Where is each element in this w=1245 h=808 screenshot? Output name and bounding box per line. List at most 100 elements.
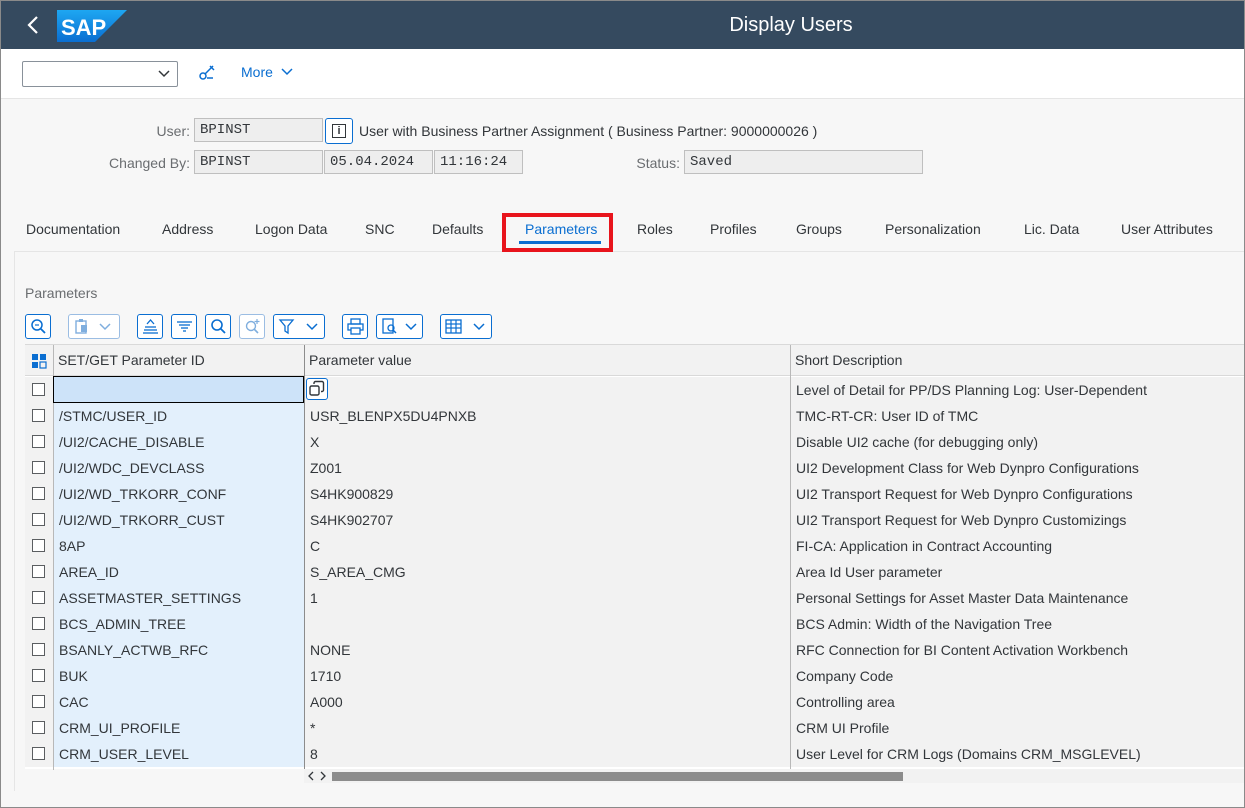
row-checkbox[interactable] [32, 435, 45, 448]
user-info-button[interactable]: i [325, 118, 353, 144]
changed-by-field[interactable]: BPINST [194, 150, 323, 174]
short-description-cell[interactable]: UI2 Transport Request for Web Dynpro Con… [791, 481, 1244, 507]
table-row[interactable]: CRM_UI_PROFILE * CRM UI Profile [25, 715, 1244, 741]
table-row[interactable]: CAC A000 Controlling area [25, 689, 1244, 715]
short-description-cell[interactable]: Level of Detail for PP/DS Planning Log: … [791, 377, 1244, 403]
select-all-icon[interactable] [31, 353, 47, 369]
parameter-id-cell[interactable]: CRM_USER_LEVEL [54, 741, 304, 767]
find-next-button[interactable] [239, 314, 265, 339]
row-checkbox[interactable] [32, 591, 45, 604]
short-description-cell[interactable]: Controlling area [791, 689, 1244, 715]
back-button[interactable] [19, 10, 47, 40]
row-checkbox[interactable] [32, 487, 45, 500]
column-header-short-description[interactable]: Short Description [790, 345, 1244, 376]
tab-snc[interactable]: SNC [365, 221, 395, 237]
status-field[interactable]: Saved [684, 150, 923, 174]
parameter-value-cell[interactable]: * [305, 715, 790, 741]
parameter-id-cell[interactable]: BSANLY_ACTWB_RFC [54, 637, 304, 663]
tab-logon-data[interactable]: Logon Data [255, 221, 327, 237]
short-description-cell[interactable]: BCS Admin: Width of the Navigation Tree [791, 611, 1244, 637]
parameter-value-cell[interactable]: S4HK900829 [305, 481, 790, 507]
filter-menu-button[interactable] [273, 314, 325, 339]
tab-personalization[interactable]: Personalization [885, 221, 981, 237]
table-row[interactable]: AREA_ID S_AREA_CMG Area Id User parameter [25, 559, 1244, 585]
column-header-parameter-value[interactable]: Parameter value [304, 345, 790, 376]
tab-documentation[interactable]: Documentation [26, 221, 120, 237]
parameter-id-cell[interactable]: BUK [54, 663, 304, 689]
column-header-parameter-id[interactable]: SET/GET Parameter ID [53, 345, 304, 376]
changed-date-field[interactable]: 05.04.2024 [324, 150, 433, 174]
short-description-cell[interactable]: FI-CA: Application in Contract Accountin… [791, 533, 1244, 559]
parameter-id-cell[interactable]: /UI2/WD_TRKORR_CONF [54, 481, 304, 507]
changed-time-field[interactable]: 11:16:24 [434, 150, 523, 174]
table-row[interactable]: /UI2/WDC_DEVCLASS Z001 UI2 Development Cla… [25, 455, 1244, 481]
parameter-value-cell[interactable]: 1 [305, 585, 790, 611]
table-row[interactable]: 8AP C FI-CA: Application in Contract Accou… [25, 533, 1244, 559]
table-row[interactable]: CRM_USER_LEVEL 8 User Level for CRM Logs (… [25, 741, 1244, 767]
parameter-id-cell[interactable]: /UI2/WD_TRKORR_CUST [54, 507, 304, 533]
table-row[interactable]: BCS_ADMIN_TREE BCS Admin: Width of the Na… [25, 611, 1244, 637]
table-row[interactable]: ASSETMASTER_SETTINGS 1 Personal Settings f… [25, 585, 1244, 611]
short-description-cell[interactable]: CRM UI Profile [791, 715, 1244, 741]
tab-address[interactable]: Address [162, 221, 213, 237]
row-checkbox[interactable] [32, 643, 45, 656]
short-description-cell[interactable]: User Level for CRM Logs (Domains CRM_MSG… [791, 741, 1244, 767]
parameter-id-cell[interactable]: ASSETMASTER_SETTINGS [54, 585, 304, 611]
short-description-cell[interactable]: Personal Settings for Asset Master Data … [791, 585, 1244, 611]
parameter-id-cell[interactable]: AREA_ID [54, 559, 304, 585]
parameter-id-cell[interactable]: 8AP [54, 533, 304, 559]
paste-menu-button[interactable] [68, 314, 120, 339]
user-field[interactable]: BPINST [194, 118, 323, 142]
row-checkbox[interactable] [32, 409, 45, 422]
table-row[interactable]: BSANLY_ACTWB_RFC NONE RFC Connection for B… [25, 637, 1244, 663]
print-button[interactable] [342, 314, 368, 339]
short-description-cell[interactable]: TMC-RT-CR: User ID of TMC [791, 403, 1244, 429]
table-row[interactable]: /UI2/WD_TRKORR_CUST S4HK902707 UI2 Transpo… [25, 507, 1244, 533]
tab-profiles[interactable]: Profiles [710, 221, 757, 237]
parameter-value-cell[interactable]: A000 [305, 689, 790, 715]
row-checkbox[interactable] [32, 513, 45, 526]
copy-value-button[interactable] [306, 378, 328, 400]
table-row[interactable]: /UI2/WD_TRKORR_CONF S4HK900829 UI2 Transpo… [25, 481, 1244, 507]
short-description-cell[interactable]: UI2 Development Class for Web Dynpro Con… [791, 455, 1244, 481]
short-description-cell[interactable]: UI2 Transport Request for Web Dynpro Cus… [791, 507, 1244, 533]
parameter-value-cell[interactable]: S_AREA_CMG [305, 559, 790, 585]
row-checkbox[interactable] [32, 461, 45, 474]
short-description-cell[interactable]: RFC Connection for BI Content Activation… [791, 637, 1244, 663]
sort-descending-button[interactable] [171, 314, 197, 339]
command-select[interactable] [22, 61, 178, 87]
scroll-arrows-icon[interactable] [307, 770, 329, 782]
row-checkbox[interactable] [32, 383, 45, 396]
parameter-id-cell[interactable]: CAC [54, 689, 304, 715]
row-checkbox[interactable] [32, 721, 45, 734]
horizontal-scrollbar[interactable] [304, 769, 1244, 783]
row-checkbox[interactable] [32, 669, 45, 682]
parameter-value-cell[interactable]: 1710 [305, 663, 790, 689]
find-button[interactable] [205, 314, 231, 339]
row-checkbox[interactable] [32, 695, 45, 708]
tab-lic-data[interactable]: Lic. Data [1024, 221, 1079, 237]
details-button[interactable] [25, 314, 51, 339]
tab-roles[interactable]: Roles [637, 221, 673, 237]
short-description-cell[interactable]: Area Id User parameter [791, 559, 1244, 585]
short-description-cell[interactable]: Disable UI2 cache (for debugging only) [791, 429, 1244, 455]
views-menu-button[interactable] [376, 314, 423, 339]
parameter-id-cell[interactable]: /UI2/WDC_DEVCLASS [54, 455, 304, 481]
parameter-id-cell[interactable]: BCS_ADMIN_TREE [54, 611, 304, 637]
parameter-id-cell[interactable]: CRM_UI_PROFILE [54, 715, 304, 741]
tab-defaults[interactable]: Defaults [432, 221, 483, 237]
tab-user-attributes[interactable]: User Attributes [1121, 221, 1213, 237]
parameter-value-cell[interactable]: NONE [305, 637, 790, 663]
parameter-value-cell[interactable] [305, 377, 790, 403]
table-row[interactable]: /UI2/CACHE_DISABLE X Disable UI2 cache (fo… [25, 429, 1244, 455]
parameter-value-cell[interactable]: C [305, 533, 790, 559]
layout-menu-button[interactable] [440, 314, 492, 339]
row-checkbox[interactable] [32, 539, 45, 552]
parameter-value-cell[interactable]: X [305, 429, 790, 455]
tab-groups[interactable]: Groups [796, 221, 842, 237]
parameter-id-cell[interactable]: /STMC/USER_ID [54, 403, 304, 429]
more-button[interactable]: More [241, 64, 293, 84]
sort-ascending-button[interactable] [137, 314, 163, 339]
parameter-id-cell[interactable]: /UI2/CACHE_DISABLE [54, 429, 304, 455]
row-checkbox[interactable] [32, 565, 45, 578]
